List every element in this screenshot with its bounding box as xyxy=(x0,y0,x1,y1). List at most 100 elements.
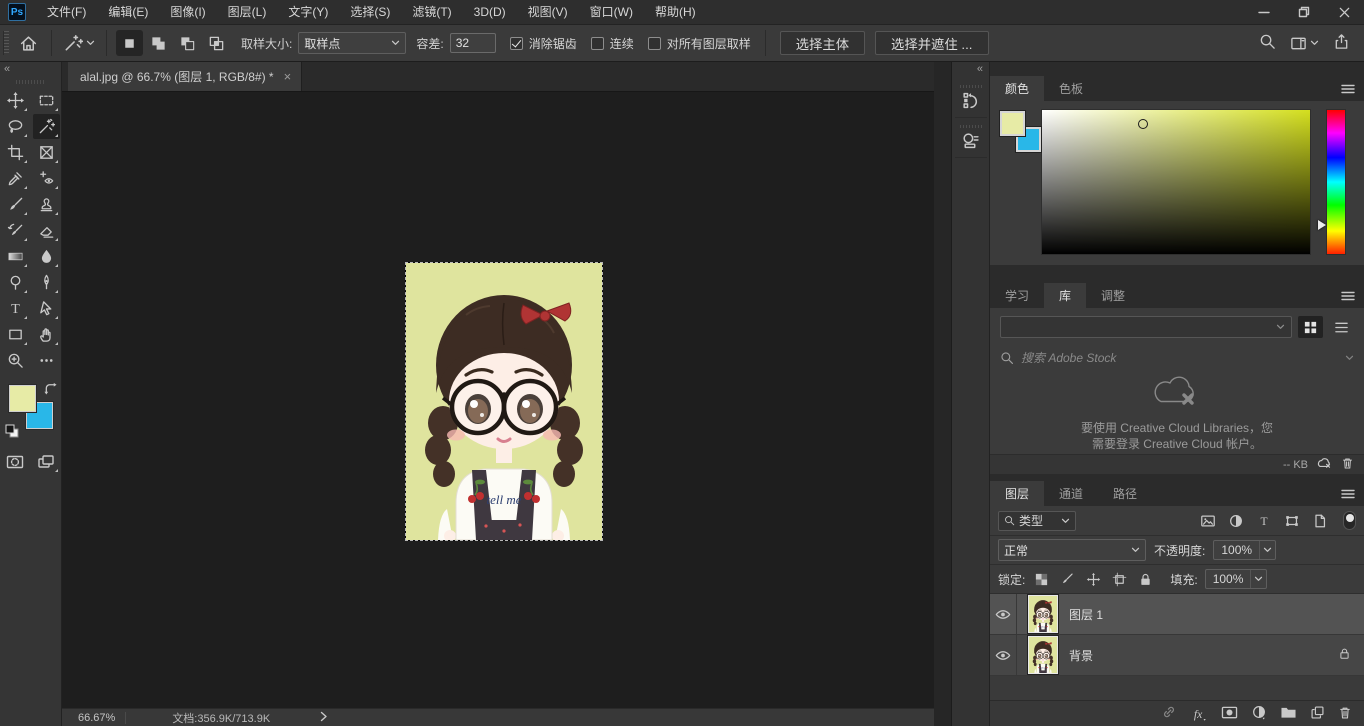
subtract-from-selection-mode-button[interactable] xyxy=(174,30,201,56)
filter-type-layers-icon[interactable]: T xyxy=(1253,511,1274,531)
path-selection-tool[interactable] xyxy=(33,296,60,321)
healing-eye-tool[interactable] xyxy=(33,166,60,191)
layers-panel-menu-icon[interactable] xyxy=(1341,488,1355,503)
status-options-chevron-icon[interactable] xyxy=(320,711,328,725)
panel-foreground-swatch[interactable] xyxy=(1000,111,1025,136)
layer-filter-type-dropdown[interactable]: 类型 xyxy=(998,511,1076,531)
history-panel-button[interactable] xyxy=(955,78,987,118)
opacity-dropdown[interactable]: 100% xyxy=(1213,540,1276,560)
minimize-button[interactable] xyxy=(1244,0,1284,25)
sample-all-layers-checkbox[interactable] xyxy=(648,37,661,50)
hue-slider-pointer[interactable] xyxy=(1318,220,1326,230)
menu-select[interactable]: 选择(S) xyxy=(339,0,401,25)
cc-sync-icon[interactable] xyxy=(1317,457,1332,473)
select-and-mask-button[interactable]: 选择并遮住 ... xyxy=(875,31,988,55)
blur-tool[interactable] xyxy=(33,244,60,269)
color-field-cursor[interactable] xyxy=(1138,119,1148,129)
menu-help[interactable]: 帮助(H) xyxy=(644,0,707,25)
menu-view[interactable]: 视图(V) xyxy=(517,0,579,25)
lock-pixels-icon[interactable] xyxy=(1058,570,1077,589)
eraser-tool[interactable] xyxy=(33,218,60,243)
anti-alias-checkbox[interactable] xyxy=(510,37,523,50)
fill-dropdown[interactable]: 100% xyxy=(1205,569,1268,589)
zoom-tool[interactable] xyxy=(2,348,29,373)
contiguous-option[interactable]: 连续 xyxy=(591,35,634,52)
color-field[interactable] xyxy=(1042,110,1310,254)
lock-transparency-icon[interactable] xyxy=(1032,570,1051,589)
layer1-visibility-eye-icon[interactable] xyxy=(990,594,1017,634)
new-group-icon[interactable] xyxy=(1280,705,1297,723)
library-select-dropdown[interactable] xyxy=(1000,316,1292,338)
home-button[interactable] xyxy=(13,29,43,57)
new-selection-mode-button[interactable] xyxy=(116,30,143,56)
filter-pixel-layers-icon[interactable] xyxy=(1197,511,1218,531)
magic-wand-tool[interactable] xyxy=(33,114,60,139)
eyedropper-tool[interactable] xyxy=(2,166,29,191)
quick-mask-button[interactable] xyxy=(2,449,29,474)
layer-filter-toggle[interactable] xyxy=(1343,511,1356,530)
lock-artboard-icon[interactable] xyxy=(1110,570,1129,589)
lasso-tool[interactable] xyxy=(2,114,29,139)
menu-3d[interactable]: 3D(D) xyxy=(463,0,517,25)
menu-layer[interactable]: 图层(L) xyxy=(217,0,278,25)
canvas-area[interactable] xyxy=(62,92,934,708)
brush-tool[interactable] xyxy=(2,192,29,217)
tools-panel-grip[interactable] xyxy=(16,80,46,84)
type-tool[interactable]: T xyxy=(2,296,29,321)
document-tab-close-icon[interactable]: × xyxy=(284,69,292,84)
dock-collapse-button[interactable]: « xyxy=(952,62,989,78)
list-view-button[interactable] xyxy=(1329,316,1354,338)
options-bar-grip[interactable] xyxy=(3,31,9,55)
lock-all-icon[interactable] xyxy=(1136,570,1155,589)
menu-type[interactable]: 文字(Y) xyxy=(277,0,339,25)
background-thumbnail[interactable] xyxy=(1028,636,1058,674)
default-colors-icon[interactable] xyxy=(5,424,19,441)
intersect-selection-mode-button[interactable] xyxy=(203,30,230,56)
library-trash-icon[interactable] xyxy=(1341,456,1354,473)
layer1-name[interactable]: 图层 1 xyxy=(1069,606,1364,623)
delete-layer-icon[interactable] xyxy=(1338,705,1352,723)
workspace-switcher-icon[interactable] xyxy=(1290,35,1319,52)
contiguous-checkbox[interactable] xyxy=(591,37,604,50)
move-tool[interactable] xyxy=(2,88,29,113)
lock-position-icon[interactable] xyxy=(1084,570,1103,589)
document-tab[interactable]: alal.jpg @ 66.7% (图层 1, RGB/8#) * × xyxy=(68,62,302,91)
new-adjustment-layer-icon[interactable] xyxy=(1251,704,1267,723)
menu-edit[interactable]: 编辑(E) xyxy=(97,0,159,25)
tab-channels[interactable]: 通道 xyxy=(1044,481,1098,506)
dodge-tool[interactable] xyxy=(2,270,29,295)
layer1-thumbnail[interactable] xyxy=(1028,595,1058,633)
crop-tool[interactable] xyxy=(2,140,29,165)
menu-image[interactable]: 图像(I) xyxy=(159,0,216,25)
menu-file[interactable]: 文件(F) xyxy=(36,0,97,25)
restore-button[interactable] xyxy=(1284,0,1324,25)
add-to-selection-mode-button[interactable] xyxy=(145,30,172,56)
dock-divider[interactable] xyxy=(934,62,952,726)
grid-view-button[interactable] xyxy=(1298,316,1323,338)
add-layer-mask-icon[interactable] xyxy=(1221,705,1238,723)
background-name[interactable]: 背景 xyxy=(1069,647,1338,664)
select-subject-button[interactable]: 选择主体 xyxy=(780,31,865,55)
link-layers-icon[interactable] xyxy=(1161,704,1177,723)
screen-mode-button[interactable] xyxy=(33,449,60,474)
frame-tool[interactable] xyxy=(33,140,60,165)
tab-learn[interactable]: 学习 xyxy=(990,283,1044,308)
search-icon[interactable] xyxy=(1259,33,1276,53)
pen-tool[interactable] xyxy=(33,270,60,295)
hue-slider[interactable] xyxy=(1327,110,1345,254)
new-layer-icon[interactable] xyxy=(1310,705,1325,723)
blend-mode-dropdown[interactable]: 正常 xyxy=(998,539,1146,561)
properties-panel-button[interactable] xyxy=(955,118,987,158)
sample-all-layers-option[interactable]: 对所有图层取样 xyxy=(648,35,751,52)
menu-window[interactable]: 窗口(W) xyxy=(579,0,644,25)
share-icon[interactable] xyxy=(1333,33,1350,53)
tab-swatches[interactable]: 色板 xyxy=(1044,76,1098,101)
filter-adjustment-layers-icon[interactable] xyxy=(1225,511,1246,531)
rectangle-shape-tool[interactable] xyxy=(2,322,29,347)
more-tools-button[interactable] xyxy=(33,348,60,373)
tab-color[interactable]: 颜色 xyxy=(990,76,1044,101)
layer-row-background[interactable]: 背景 xyxy=(990,635,1364,676)
tool-preset-magic-wand[interactable] xyxy=(60,29,98,57)
history-brush-tool[interactable] xyxy=(2,218,29,243)
clone-stamp-tool[interactable] xyxy=(33,192,60,217)
